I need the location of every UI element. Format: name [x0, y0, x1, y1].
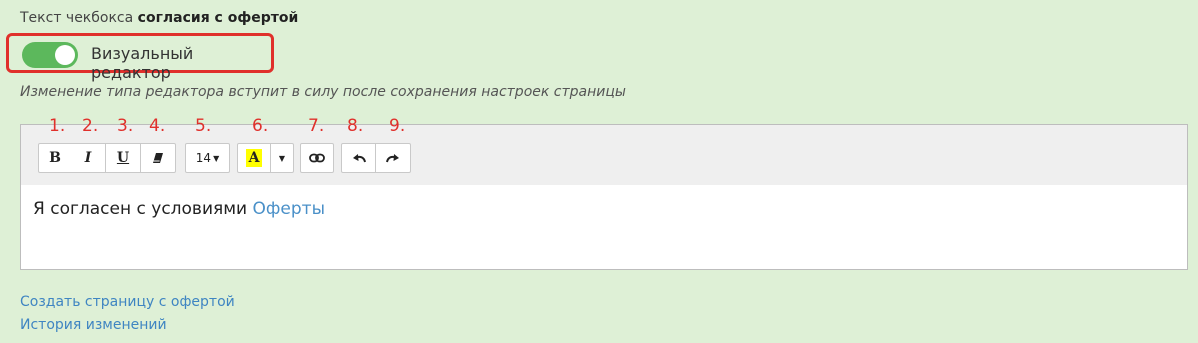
content-text: Я согласен с условиями: [33, 199, 248, 219]
underline-icon: U: [116, 150, 130, 166]
switch-knob: [55, 45, 75, 65]
bold-button[interactable]: B: [38, 143, 72, 173]
annotation-9: 9.: [389, 116, 406, 136]
font-size-dropdown[interactable]: 14 ▼: [185, 143, 230, 173]
editor-toolbar: 1. 2. 3. 4. 5. 6. 7. 8. 9. B I U 14 ▼ A …: [21, 116, 1187, 185]
rich-text-editor: 1. 2. 3. 4. 5. 6. 7. 8. 9. B I U 14 ▼ A …: [20, 116, 1188, 270]
italic-icon: I: [84, 150, 92, 166]
text-color-icon: A: [245, 149, 263, 167]
redo-icon: [386, 154, 399, 163]
insert-link-button[interactable]: [300, 143, 334, 173]
annotation-2: 2.: [82, 116, 99, 136]
change-history-link[interactable]: История изменений: [20, 317, 167, 333]
title-prefix: Текст чекбокса: [20, 10, 134, 26]
text-color-dropdown[interactable]: ▼: [271, 143, 294, 173]
offer-link[interactable]: Оферты: [253, 199, 326, 219]
undo-icon: [352, 154, 366, 163]
eraser-icon: [153, 153, 163, 163]
redo-button[interactable]: [376, 143, 411, 173]
font-size-value: 14: [195, 151, 212, 165]
clear-format-button[interactable]: [141, 143, 176, 173]
visual-editor-switch[interactable]: [22, 42, 78, 68]
annotation-4: 4.: [149, 116, 166, 136]
bold-icon: B: [49, 150, 61, 166]
field-title: Текст чекбокса согласия с офертой: [20, 10, 298, 26]
create-offer-page-link[interactable]: Создать страницу с офертой: [20, 294, 235, 310]
italic-button[interactable]: I: [71, 143, 106, 173]
caret-down-icon: ▼: [213, 153, 220, 163]
undo-button[interactable]: [341, 143, 376, 173]
annotation-7: 7.: [308, 116, 325, 136]
editor-change-note: Изменение типа редактора вступит в силу …: [20, 84, 626, 100]
annotation-3: 3.: [117, 116, 134, 136]
visual-editor-label: Визуальный редактор: [91, 44, 194, 82]
visual-editor-toggle-highlight: Визуальный редактор: [6, 33, 274, 82]
link-icon: [309, 153, 325, 163]
annotation-5: 5.: [195, 116, 212, 136]
annotation-8: 8.: [347, 116, 364, 136]
editor-content[interactable]: Я согласен с условиями Оферты: [33, 199, 325, 219]
text-color-button[interactable]: A: [237, 143, 271, 173]
caret-down-icon: ▼: [278, 153, 286, 163]
title-bold: согласия с офертой: [137, 10, 299, 26]
annotation-6: 6.: [252, 116, 269, 136]
underline-button[interactable]: U: [106, 143, 141, 173]
annotation-1: 1.: [49, 116, 66, 136]
